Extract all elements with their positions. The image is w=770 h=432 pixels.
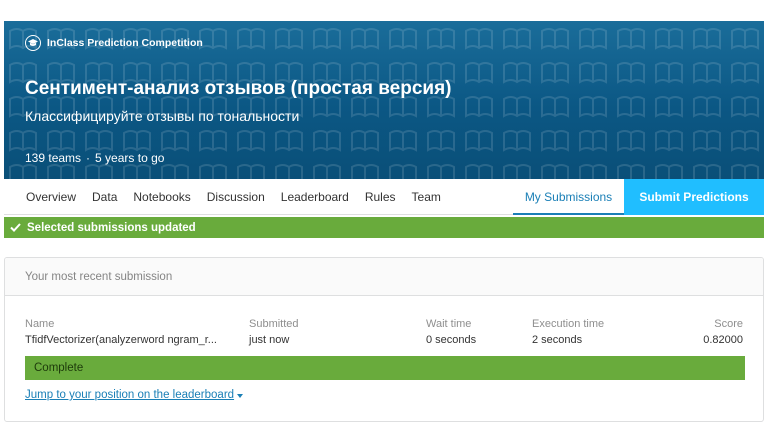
meta-separator: · [86, 151, 91, 165]
tab-overview[interactable]: Overview [4, 179, 84, 215]
column-header-score: Score [714, 318, 743, 330]
tab-notebooks[interactable]: Notebooks [125, 179, 198, 215]
tab-leaderboard[interactable]: Leaderboard [273, 179, 357, 215]
jump-link-label: Jump to your position on the leaderboard [25, 389, 235, 401]
page-subtitle: Классифицируйте отзывы по тональности [25, 108, 300, 124]
submit-predictions-button[interactable]: Submit Predictions [624, 179, 764, 215]
column-header-execution-time: Execution time [532, 318, 605, 330]
column-header-wait-time: Wait time [426, 318, 472, 330]
tab-rules[interactable]: Rules [357, 179, 404, 215]
competition-meta: 139 teams · 5 years to go [25, 151, 164, 165]
check-icon [10, 223, 21, 232]
jump-to-leaderboard-link[interactable]: Jump to your position on the leaderboard [25, 389, 244, 401]
tab-discussion[interactable]: Discussion [199, 179, 273, 215]
column-header-submitted: Submitted [249, 318, 299, 330]
submission-score: 0.82000 [703, 334, 743, 346]
team-count: 139 teams [25, 151, 82, 165]
column-header-name: Name [25, 318, 55, 330]
submission-status-bar: Complete [25, 356, 745, 380]
recent-submission-card: Your most recent submission Name Submitt… [4, 257, 764, 422]
submission-execution-time: 2 seconds [532, 334, 583, 346]
caret-down-icon [237, 393, 244, 398]
success-alert: Selected submissions updated [4, 217, 764, 238]
submission-wait-time: 0 seconds [426, 334, 477, 346]
card-header: Your most recent submission [5, 258, 763, 296]
competition-header: InClass Prediction Competition Сентимент… [4, 21, 764, 179]
tab-my-submissions[interactable]: My Submissions [513, 179, 624, 215]
competition-deadline: 5 years to go [95, 151, 165, 165]
submission-name: TfidfVectorizer(analyzerword ngram_r... [25, 334, 217, 346]
tab-data[interactable]: Data [84, 179, 125, 215]
competition-tabs: Overview Data Notebooks Discussion Leade… [4, 179, 764, 215]
page-title: Сентимент-анализ отзывов (простая версия… [25, 78, 452, 99]
competition-type: InClass Prediction Competition [25, 34, 203, 52]
submission-submitted: just now [249, 334, 290, 346]
graduation-cap-icon [25, 35, 41, 51]
competition-type-label: InClass Prediction Competition [47, 37, 203, 49]
tab-team[interactable]: Team [404, 179, 449, 215]
alert-message: Selected submissions updated [27, 221, 196, 234]
